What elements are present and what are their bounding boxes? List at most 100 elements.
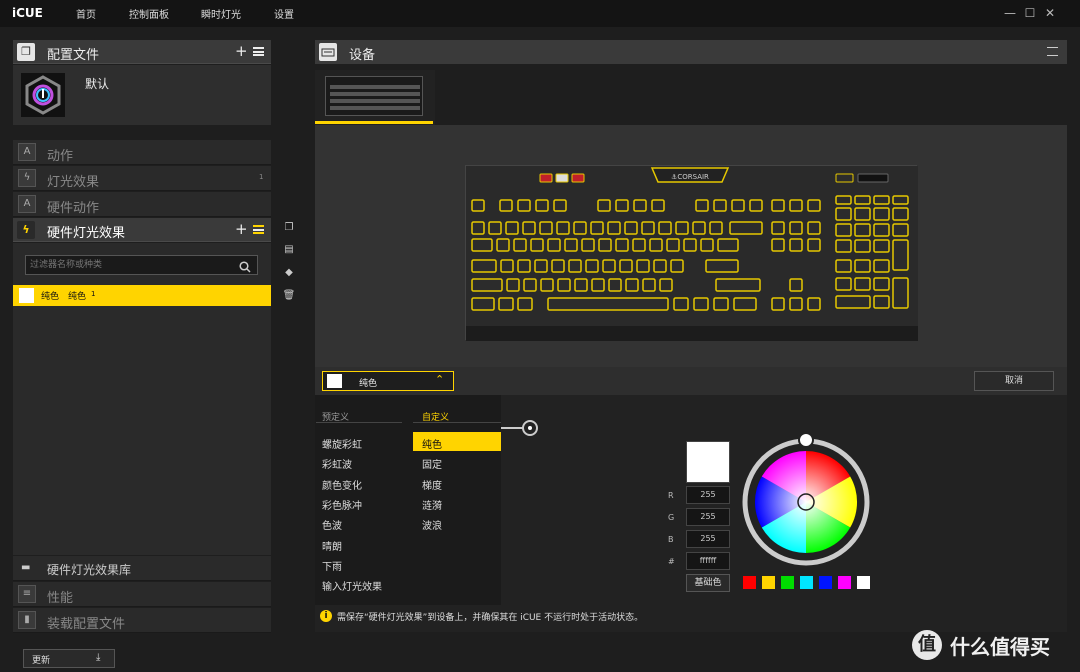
trash-icon[interactable]: 🗑 xyxy=(281,288,297,304)
watermark-logo-icon: 值 xyxy=(912,630,942,660)
nav-settings[interactable]: 设置 xyxy=(274,6,294,21)
custom-item-label: 纯色 xyxy=(422,440,442,451)
device-menu-icon[interactable] xyxy=(1047,47,1058,56)
notice-text: 需保存“硬件灯光效果”到设备上，并确保其在 iCUE 不运行时处于活动状态。 xyxy=(337,613,644,623)
svg-text:⚓CORSAIR: ⚓CORSAIR xyxy=(671,173,709,181)
update-button[interactable]: 更新 ⤓ xyxy=(23,649,115,668)
swatch-yellow[interactable] xyxy=(761,575,776,590)
device-thumbnail[interactable] xyxy=(315,70,435,125)
copy-icon[interactable]: ❐ xyxy=(281,220,297,236)
swatch-green[interactable] xyxy=(780,575,795,590)
r-input[interactable]: 255 xyxy=(686,486,730,504)
custom-item[interactable]: 梯度 xyxy=(422,477,442,492)
swatch-white[interactable] xyxy=(856,575,871,590)
g-label: G xyxy=(668,513,675,522)
g-input[interactable]: 255 xyxy=(686,508,730,526)
section-label: 动作 xyxy=(47,149,74,164)
effect-name: 纯色 xyxy=(41,292,60,302)
b-input[interactable]: 255 xyxy=(686,530,730,548)
swatch-magenta[interactable] xyxy=(837,575,852,590)
device-header: 设备 xyxy=(315,40,1067,64)
custom-item-selected[interactable]: 纯色 xyxy=(413,432,501,451)
swatch-cyan[interactable] xyxy=(799,575,814,590)
custom-item[interactable]: 固定 xyxy=(422,456,442,471)
storage-icon: ▮ xyxy=(18,611,36,629)
effect-dropdown[interactable]: 纯色 ⌃ xyxy=(322,371,454,391)
profile-menu-icon[interactable] xyxy=(253,47,264,56)
hex-input[interactable]: ffffff xyxy=(686,552,730,570)
profile-logo xyxy=(21,73,65,117)
actions-icon: A xyxy=(18,143,36,161)
section-label: 硬件动作 xyxy=(47,201,100,216)
predefined-item[interactable]: 晴朗 xyxy=(322,538,342,553)
nav-instant-lighting[interactable]: 瞬时灯光 xyxy=(201,6,241,21)
hw-lighting-header: ϟ 硬件灯光效果 + xyxy=(13,218,271,242)
section-hw-actions[interactable]: A 硬件动作 xyxy=(13,192,271,217)
add-profile-button[interactable]: + xyxy=(235,42,248,60)
filter-input[interactable] xyxy=(30,258,230,272)
section-hw-library[interactable]: ▬ 硬件灯光效果库 xyxy=(13,556,271,581)
selected-effect-label: 纯色 xyxy=(359,379,378,389)
effect-menu-icon[interactable] xyxy=(253,225,264,234)
sliders-icon: ≡ xyxy=(18,585,36,603)
custom-item[interactable]: 波浪 xyxy=(422,517,442,532)
color-wheel[interactable] xyxy=(742,428,876,568)
predefined-item[interactable]: 彩色脉冲 xyxy=(322,497,362,512)
divider xyxy=(316,422,402,423)
predefined-item[interactable]: 螺旋彩虹 xyxy=(322,436,362,451)
swatch-red[interactable] xyxy=(742,575,757,590)
folder-icon: ▬ xyxy=(21,562,31,573)
predefined-item[interactable]: 颜色变化 xyxy=(322,477,362,492)
bolt-icon: ϟ xyxy=(18,169,36,187)
close-icon[interactable]: ✕ xyxy=(1042,5,1058,21)
notice-bar: i 需保存“硬件灯光效果”到设备上，并确保其在 iCUE 不运行时处于活动状态。 xyxy=(315,605,1067,627)
section-count: 1 xyxy=(259,173,264,181)
connector-node[interactable] xyxy=(522,420,538,436)
section-label: 性能 xyxy=(47,591,74,606)
search-icon[interactable] xyxy=(239,258,251,273)
actions-icon: A xyxy=(18,195,36,213)
watermark-text: 什么值得买 xyxy=(950,635,1050,659)
section-performance[interactable]: ≡ 性能 xyxy=(13,582,271,607)
r-label: R xyxy=(668,491,674,500)
predefined-item[interactable]: 彩虹波 xyxy=(322,456,352,471)
info-icon: i xyxy=(320,610,332,622)
section-label: 装载配置文件 xyxy=(47,617,126,632)
maximize-icon[interactable]: ☐ xyxy=(1022,5,1038,21)
effect-item[interactable]: 纯色 纯色 1 xyxy=(13,285,271,306)
layers-icon[interactable]: ◆ xyxy=(281,265,297,281)
minimize-icon[interactable]: — xyxy=(1002,5,1018,21)
device-title: 设备 xyxy=(349,48,376,63)
section-lighting[interactable]: ϟ 灯光效果 1 xyxy=(13,166,271,191)
base-color-button[interactable]: 基础色 xyxy=(686,574,730,592)
effect-count: 1 xyxy=(91,290,96,298)
bolt-icon: ϟ xyxy=(17,221,35,239)
download-icon: ⤓ xyxy=(96,652,101,663)
section-label: 灯光效果 xyxy=(47,175,100,190)
chevron-up-icon: ⌃ xyxy=(435,373,445,386)
custom-item[interactable]: 涟漪 xyxy=(422,497,442,512)
section-load-profile[interactable]: ▮ 装载配置文件 xyxy=(13,608,271,633)
keyboard-image[interactable]: ⚓CORSAIR xyxy=(465,165,918,341)
cancel-button[interactable]: 取消 xyxy=(974,371,1054,391)
swatch-blue[interactable] xyxy=(818,575,833,590)
section-actions[interactable]: A 动作 xyxy=(13,140,271,165)
nav-home[interactable]: 首页 xyxy=(76,6,96,21)
nav-dashboard[interactable]: 控制面板 xyxy=(129,6,169,21)
divider xyxy=(413,422,501,423)
effect-color-swatch xyxy=(327,374,342,388)
predefined-item[interactable]: 色波 xyxy=(322,517,342,532)
add-effect-button[interactable]: + xyxy=(235,220,248,238)
device-save-icon[interactable]: ▤ xyxy=(281,242,297,258)
predefined-item[interactable]: 输入灯光效果 xyxy=(322,578,382,593)
profile-card[interactable]: 默认 xyxy=(13,65,271,125)
predefined-item[interactable]: 下雨 xyxy=(322,558,342,573)
effect-color-swatch xyxy=(19,288,34,303)
b-label: B xyxy=(668,535,674,544)
update-label: 更新 xyxy=(32,656,51,666)
effect-type: 纯色 xyxy=(68,292,87,302)
filter-box[interactable] xyxy=(25,255,258,275)
profile-name: 默认 xyxy=(85,77,110,91)
profiles-header: ❐ 配置文件 + xyxy=(13,40,271,64)
hex-label: # xyxy=(668,557,675,566)
